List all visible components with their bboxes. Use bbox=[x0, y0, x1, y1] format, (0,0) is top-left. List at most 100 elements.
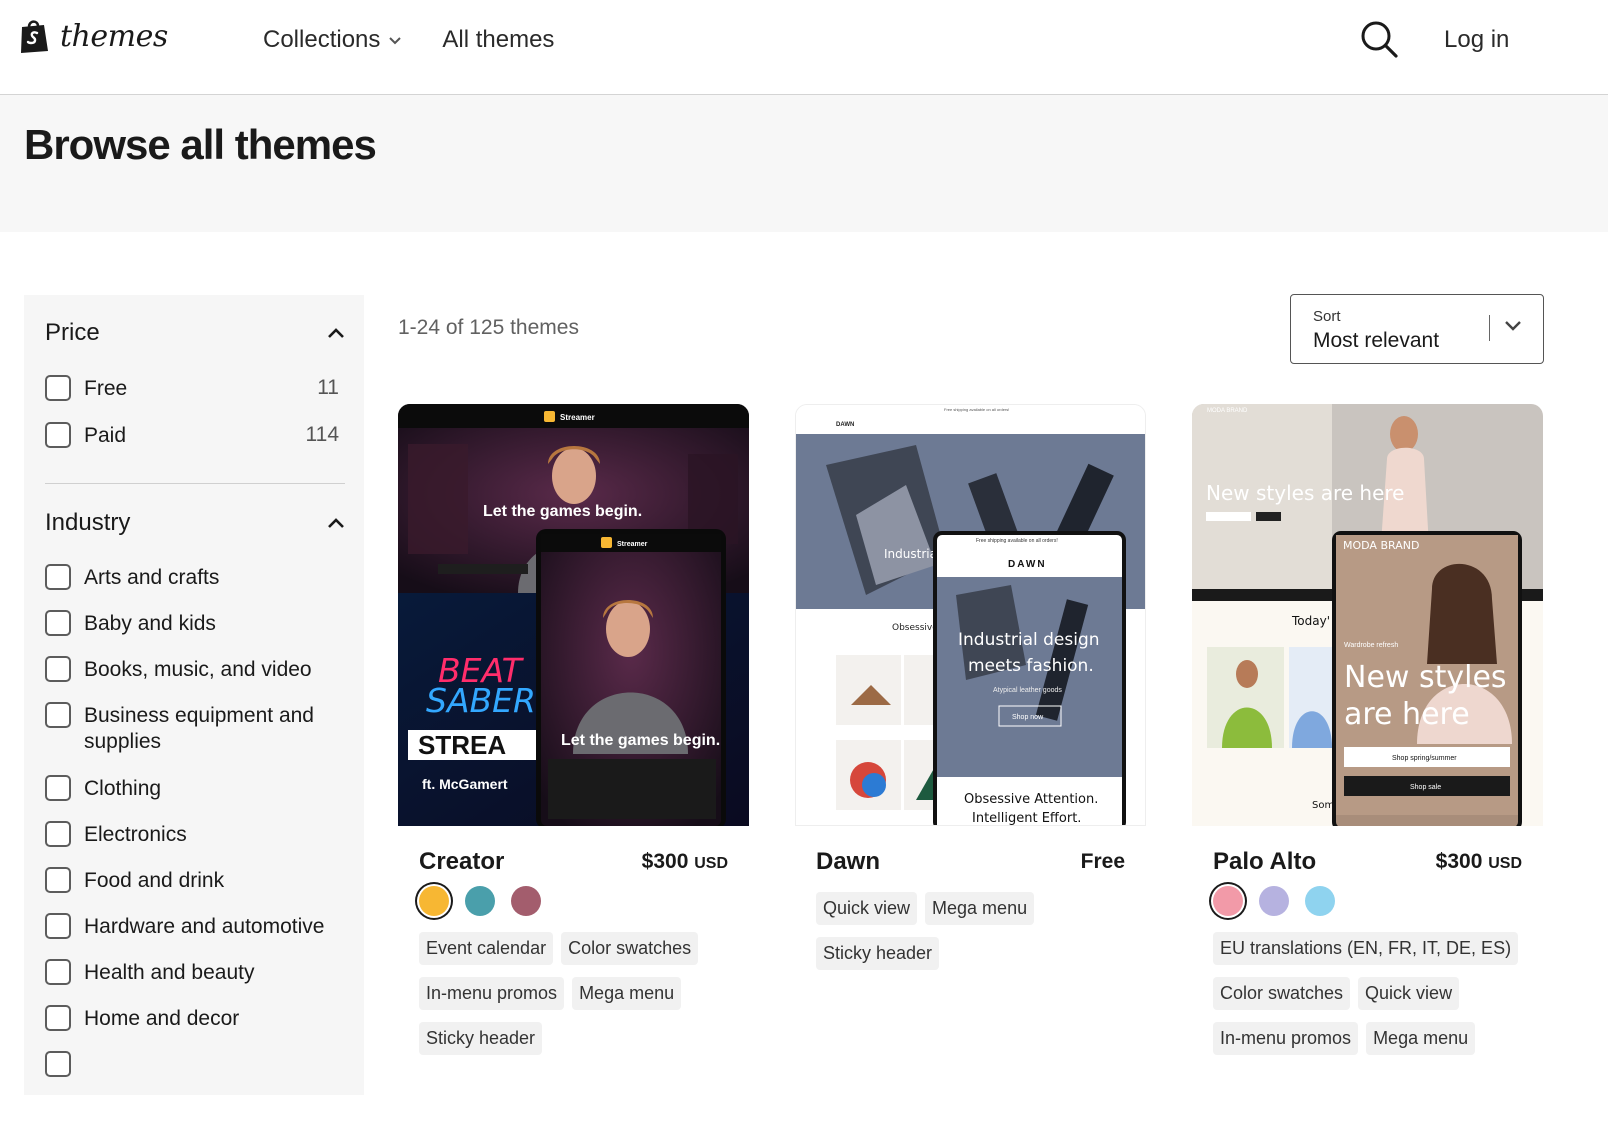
filter-option-business-equipment[interactable]: Business equipment and supplies bbox=[45, 702, 339, 755]
filter-option-label: Business equipment and supplies bbox=[84, 704, 314, 753]
dawn-cta: Shop now bbox=[1012, 714, 1044, 721]
saber-text: SABER bbox=[426, 681, 536, 720]
filter-option-hardware-automotive[interactable]: Hardware and automotive bbox=[45, 913, 339, 940]
creator-preview-image: Streamer Let the games begin. BEAT SABER… bbox=[398, 404, 749, 826]
feature-tag[interactable]: Sticky header bbox=[816, 937, 940, 970]
theme-preview-dawn[interactable]: Free shipping available on all orders! D… bbox=[795, 404, 1146, 826]
theme-name[interactable]: Palo Alto bbox=[1213, 848, 1316, 876]
feature-tag[interactable]: Color swatches bbox=[561, 932, 699, 965]
feature-tag[interactable]: Mega menu bbox=[925, 892, 1035, 925]
price-amount: $300 bbox=[641, 850, 689, 873]
filter-option-label: Paid bbox=[84, 424, 127, 447]
filter-option-electronics[interactable]: Electronics bbox=[45, 821, 339, 848]
checkbox[interactable] bbox=[45, 656, 71, 682]
filter-option-label: Clothing bbox=[84, 777, 162, 800]
filter-option-clothing[interactable]: Clothing bbox=[45, 775, 339, 802]
checkbox[interactable] bbox=[45, 867, 71, 893]
color-swatch-lavender[interactable] bbox=[1259, 886, 1289, 916]
industry-filter-header[interactable]: Industry bbox=[45, 509, 345, 537]
filter-option-paid[interactable]: Paid 114 bbox=[45, 422, 339, 449]
dawn-preview-image: Free shipping available on all orders! D… bbox=[796, 405, 1145, 825]
checkbox[interactable] bbox=[45, 422, 71, 448]
filter-option-label: Food and drink bbox=[84, 869, 225, 892]
shopify-themes-logo[interactable]: themes bbox=[18, 18, 168, 54]
checkbox[interactable] bbox=[45, 610, 71, 636]
industry-filter-title: Industry bbox=[45, 509, 131, 536]
feature-tags: Event calendar Color swatches In-menu pr… bbox=[419, 932, 739, 1055]
checkbox[interactable] bbox=[45, 913, 71, 939]
search-icon bbox=[1361, 21, 1398, 58]
feature-tag[interactable]: Quick view bbox=[816, 892, 918, 925]
feature-tag[interactable]: Quick view bbox=[1358, 977, 1460, 1010]
checkbox[interactable] bbox=[45, 821, 71, 847]
price-currency: USD bbox=[1488, 855, 1522, 872]
dawn-sub: Atypical leather goods bbox=[993, 687, 1062, 694]
ft-text: ft. McGamert bbox=[422, 776, 508, 792]
theme-name[interactable]: Dawn bbox=[816, 848, 880, 876]
theme-preview-creator[interactable]: Streamer Let the games begin. BEAT SABER… bbox=[398, 404, 749, 826]
login-link[interactable]: Log in bbox=[1444, 26, 1509, 54]
feature-tag[interactable]: In-menu promos bbox=[1213, 1022, 1359, 1055]
checkbox[interactable] bbox=[45, 564, 71, 590]
theme-price: $300 USD bbox=[642, 850, 728, 874]
chevron-down-icon bbox=[389, 37, 402, 45]
nav-all-themes[interactable]: All themes bbox=[442, 26, 554, 54]
feature-tags: Quick view Mega menu Sticky header bbox=[816, 892, 1136, 970]
filter-option-free[interactable]: Free 11 bbox=[45, 375, 339, 402]
theme-name[interactable]: Creator bbox=[419, 848, 504, 876]
palo-eyebrow: Wardrobe refresh bbox=[1344, 642, 1398, 649]
theme-preview-palo-alto[interactable]: MODA BRAND New styles are here Today' So… bbox=[1192, 404, 1543, 826]
feature-tag[interactable]: Mega menu bbox=[1366, 1022, 1476, 1055]
filter-option-next[interactable] bbox=[45, 1051, 339, 1077]
filter-option-label: Books, music, and video bbox=[84, 658, 312, 681]
color-swatch-sky[interactable] bbox=[1305, 886, 1335, 916]
filter-option-baby-and-kids[interactable]: Baby and kids bbox=[45, 610, 339, 637]
checkbox[interactable] bbox=[45, 775, 71, 801]
feature-tag[interactable]: Event calendar bbox=[419, 932, 554, 965]
filter-sidebar: Price Free 11 Paid 114 Industry Arts and… bbox=[24, 295, 364, 1095]
theme-price: $300 USD bbox=[1436, 850, 1522, 874]
checkbox[interactable] bbox=[45, 1005, 71, 1031]
creator-phone-headline: Let the games begin. bbox=[561, 732, 720, 749]
color-swatch-rose[interactable] bbox=[511, 886, 541, 916]
feature-tag[interactable]: Mega menu bbox=[572, 977, 682, 1010]
theme-card-creator[interactable]: Streamer Let the games begin. BEAT SABER… bbox=[398, 404, 749, 1126]
palo-cta-1: Shop spring/summer bbox=[1392, 755, 1457, 762]
color-swatch-yellow[interactable] bbox=[419, 886, 449, 916]
filter-option-arts-and-crafts[interactable]: Arts and crafts bbox=[45, 564, 339, 591]
filter-option-food-and-drink[interactable]: Food and drink bbox=[45, 867, 339, 894]
filter-option-books-music-video[interactable]: Books, music, and video bbox=[45, 656, 339, 683]
color-swatches bbox=[419, 886, 541, 916]
theme-card-body: Creator $300 USD Event calendar Color sw… bbox=[398, 826, 749, 1126]
theme-price: Free bbox=[1080, 850, 1125, 873]
divider bbox=[45, 483, 345, 484]
checkbox[interactable] bbox=[45, 959, 71, 985]
filter-option-home-and-decor[interactable]: Home and decor bbox=[45, 1005, 339, 1032]
feature-tag[interactable]: EU translations (EN, FR, IT, DE, ES) bbox=[1213, 932, 1519, 965]
color-swatch-teal[interactable] bbox=[465, 886, 495, 916]
sort-select[interactable]: Sort Most relevant bbox=[1290, 294, 1544, 364]
checkbox[interactable] bbox=[45, 1051, 71, 1077]
nav-collections[interactable]: Collections bbox=[263, 26, 402, 54]
dawn-top-banner: Free shipping available on all orders! bbox=[944, 407, 1009, 412]
price-amount: $300 bbox=[1435, 850, 1483, 873]
palo-cta-2: Shop sale bbox=[1410, 784, 1441, 791]
checkbox[interactable] bbox=[45, 375, 71, 401]
feature-tag[interactable]: Color swatches bbox=[1213, 977, 1351, 1010]
theme-card-dawn[interactable]: Free shipping available on all orders! D… bbox=[795, 404, 1146, 1126]
creator-phone-brand: Streamer bbox=[617, 541, 648, 548]
filter-option-count: 11 bbox=[317, 376, 339, 399]
dawn-peek-obsessive: Obsessive bbox=[892, 623, 938, 633]
feature-tag[interactable]: In-menu promos bbox=[419, 977, 565, 1010]
checkbox[interactable] bbox=[45, 702, 71, 728]
feature-tags: EU translations (EN, FR, IT, DE, ES) Col… bbox=[1213, 932, 1533, 1055]
filter-option-health-and-beauty[interactable]: Health and beauty bbox=[45, 959, 339, 986]
color-swatch-pink[interactable] bbox=[1213, 886, 1243, 916]
theme-card-palo-alto[interactable]: MODA BRAND New styles are here Today' So… bbox=[1192, 404, 1543, 1126]
dawn-headline-1: Industrial design bbox=[958, 630, 1100, 650]
palo-phone-brand: MODA BRAND bbox=[1343, 539, 1419, 552]
feature-tag[interactable]: Sticky header bbox=[419, 1022, 543, 1055]
price-filter-header[interactable]: Price bbox=[45, 319, 345, 347]
chevron-down-icon bbox=[1505, 321, 1521, 331]
search-button[interactable] bbox=[1360, 20, 1400, 60]
